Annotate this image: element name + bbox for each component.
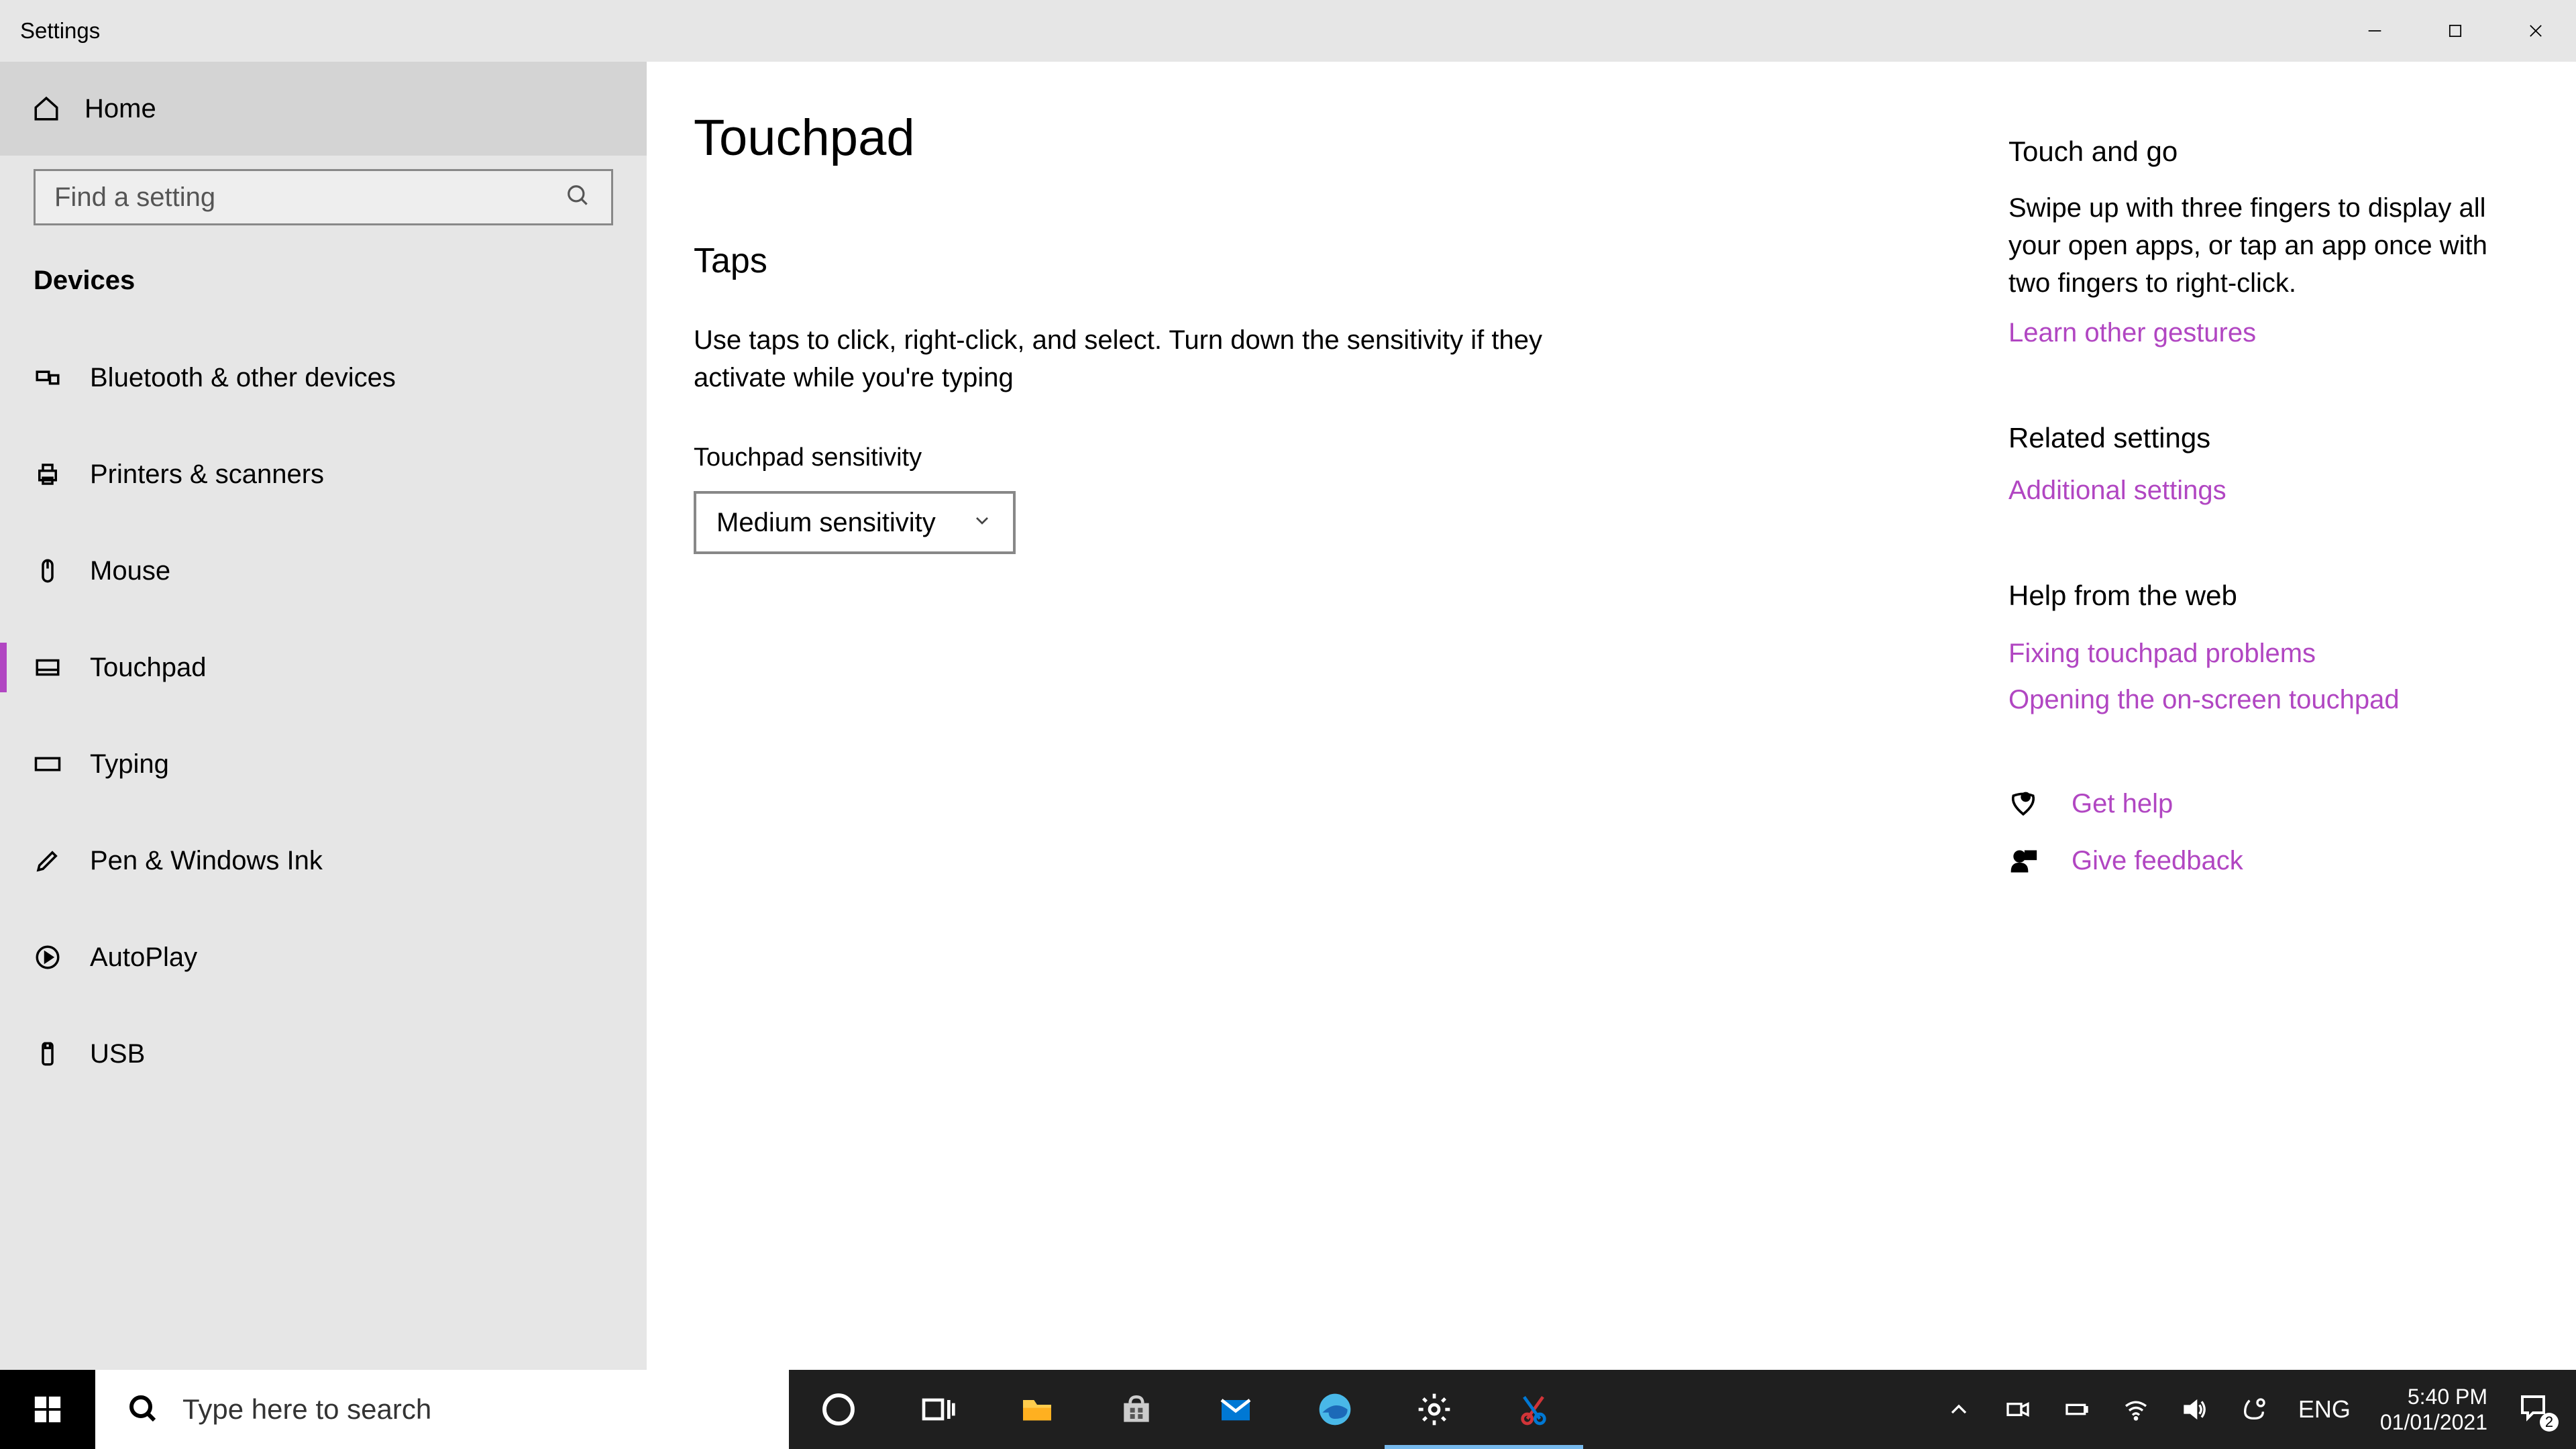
- sidebar-item-mouse[interactable]: Mouse: [0, 523, 647, 619]
- maximize-button[interactable]: [2415, 0, 2496, 62]
- clock-date: 01/01/2021: [2380, 1409, 2487, 1435]
- search-icon: [127, 1393, 160, 1426]
- touch-and-go-section: Touch and go Swipe up with three fingers…: [2008, 136, 2529, 348]
- keyboard-icon: [32, 749, 63, 780]
- section-title: Taps: [694, 241, 1962, 281]
- aside-title: Related settings: [2008, 422, 2529, 454]
- windows-icon: [32, 1394, 63, 1425]
- give-feedback-row[interactable]: Give feedback: [2008, 846, 2529, 876]
- language-indicator[interactable]: ENG: [2298, 1395, 2351, 1424]
- sidebar-item-label: Touchpad: [90, 653, 206, 683]
- tray-chevron-icon[interactable]: [1944, 1395, 1974, 1424]
- pen-icon: [32, 845, 63, 876]
- sidebar-item-label: Mouse: [90, 556, 170, 586]
- related-settings-section: Related settings Additional settings: [2008, 422, 2529, 506]
- sidebar-item-label: Pen & Windows Ink: [90, 846, 323, 876]
- taskbar-search[interactable]: Type here to search: [95, 1370, 789, 1449]
- sidebar: Home Devices Bluetooth & other devices P…: [0, 62, 647, 1449]
- titlebar: Settings: [0, 0, 2576, 62]
- main-panel: Touchpad Taps Use taps to click, right-c…: [647, 62, 2008, 1449]
- sensitivity-dropdown[interactable]: Medium sensitivity: [694, 491, 1016, 554]
- mouse-icon: [32, 555, 63, 586]
- search-input[interactable]: [36, 182, 611, 213]
- dropdown-value: Medium sensitivity: [716, 508, 936, 538]
- cortana-icon[interactable]: [789, 1370, 888, 1449]
- aside-panel: Touch and go Swipe up with three fingers…: [2008, 62, 2576, 1449]
- learn-gestures-link[interactable]: Learn other gestures: [2008, 318, 2529, 348]
- system-tray: ENG 5:40 PM 01/01/2021 2: [1944, 1370, 2576, 1449]
- window-controls: [2334, 0, 2576, 62]
- usb-icon: [32, 1038, 63, 1069]
- edge-icon[interactable]: [1285, 1370, 1385, 1449]
- get-help-row[interactable]: Get help: [2008, 789, 2529, 819]
- sensitivity-label: Touchpad sensitivity: [694, 443, 1962, 472]
- clock-time: 5:40 PM: [2380, 1384, 2487, 1409]
- sidebar-item-home[interactable]: Home: [0, 62, 647, 156]
- sidebar-item-label: AutoPlay: [90, 943, 197, 973]
- sidebar-item-printers[interactable]: Printers & scanners: [0, 426, 647, 523]
- sidebar-item-typing[interactable]: Typing: [0, 716, 647, 812]
- notification-badge: 2: [2540, 1413, 2559, 1432]
- sidebar-item-bluetooth[interactable]: Bluetooth & other devices: [0, 329, 647, 426]
- content-area: Touchpad Taps Use taps to click, right-c…: [647, 62, 2576, 1449]
- wifi-icon[interactable]: [2121, 1395, 2151, 1424]
- taskbar-search-placeholder: Type here to search: [182, 1393, 431, 1426]
- get-help-label: Get help: [2072, 789, 2173, 819]
- feedback-icon: [2008, 847, 2038, 876]
- window-title: Settings: [0, 18, 100, 44]
- search-box[interactable]: [34, 169, 613, 225]
- meet-now-icon[interactable]: [2003, 1395, 2033, 1424]
- tray-app-icon[interactable]: [2239, 1395, 2269, 1424]
- category-label: Devices: [0, 246, 647, 329]
- additional-settings-link[interactable]: Additional settings: [2008, 476, 2529, 506]
- notifications-icon[interactable]: 2: [2517, 1390, 2556, 1429]
- aside-title: Touch and go: [2008, 136, 2529, 168]
- printer-icon: [32, 459, 63, 490]
- clock[interactable]: 5:40 PM 01/01/2021: [2380, 1384, 2487, 1436]
- taskbar: Type here to search ENG 5:40 PM 01/01/20…: [0, 1370, 2576, 1449]
- snip-icon[interactable]: [1484, 1370, 1583, 1449]
- search-wrap: [0, 156, 647, 246]
- aside-title: Help from the web: [2008, 580, 2529, 612]
- sidebar-item-pen[interactable]: Pen & Windows Ink: [0, 812, 647, 909]
- home-label: Home: [85, 94, 156, 124]
- task-view-icon[interactable]: [888, 1370, 987, 1449]
- sidebar-item-label: Printers & scanners: [90, 460, 324, 490]
- settings-icon[interactable]: [1385, 1370, 1484, 1449]
- aside-desc: Swipe up with three fingers to display a…: [2008, 189, 2505, 302]
- help-web-section: Help from the web Fixing touchpad proble…: [2008, 580, 2529, 715]
- page-title: Touchpad: [694, 109, 1962, 167]
- volume-icon[interactable]: [2180, 1395, 2210, 1424]
- home-icon: [32, 95, 60, 123]
- sidebar-item-usb[interactable]: USB: [0, 1006, 647, 1102]
- store-icon[interactable]: [1087, 1370, 1186, 1449]
- onscreen-touchpad-link[interactable]: Opening the on-screen touchpad: [2008, 685, 2529, 715]
- touchpad-icon: [32, 652, 63, 683]
- search-icon: [566, 183, 591, 212]
- fixing-touchpad-link[interactable]: Fixing touchpad problems: [2008, 639, 2529, 669]
- sidebar-item-autoplay[interactable]: AutoPlay: [0, 909, 647, 1006]
- sidebar-item-label: USB: [90, 1039, 145, 1069]
- sidebar-item-label: Typing: [90, 749, 169, 780]
- close-button[interactable]: [2496, 0, 2576, 62]
- section-desc: Use taps to click, right-click, and sele…: [694, 321, 1593, 396]
- taskbar-icons: [789, 1370, 1583, 1449]
- autoplay-icon: [32, 942, 63, 973]
- give-feedback-label: Give feedback: [2072, 846, 2243, 876]
- file-explorer-icon[interactable]: [987, 1370, 1087, 1449]
- minimize-button[interactable]: [2334, 0, 2415, 62]
- sidebar-item-touchpad[interactable]: Touchpad: [0, 619, 647, 716]
- bluetooth-icon: [32, 362, 63, 393]
- mail-icon[interactable]: [1186, 1370, 1285, 1449]
- help-icon: [2008, 790, 2038, 819]
- chevron-down-icon: [971, 508, 993, 538]
- battery-icon[interactable]: [2062, 1395, 2092, 1424]
- start-button[interactable]: [0, 1370, 95, 1449]
- sidebar-item-label: Bluetooth & other devices: [90, 363, 396, 393]
